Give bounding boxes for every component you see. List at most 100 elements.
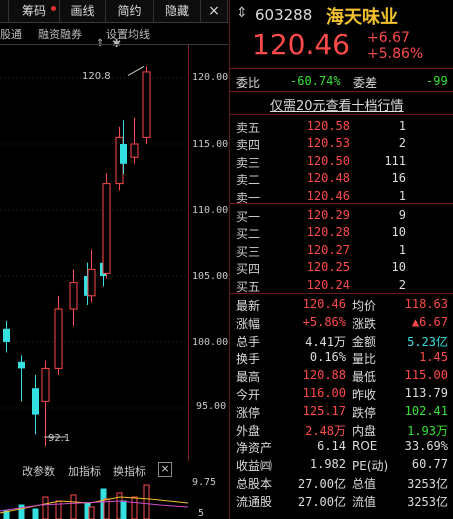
bid-level-label: 买一 xyxy=(236,210,261,224)
stock-code: 603288 xyxy=(255,6,313,24)
tab-chips[interactable]: 筹码 xyxy=(9,0,60,22)
candle[interactable] xyxy=(102,173,111,279)
ask-price: 120.53 xyxy=(306,136,350,151)
candle-body xyxy=(3,328,10,342)
candle-body xyxy=(69,282,78,310)
ask-level-label: 卖五 xyxy=(236,121,261,135)
ask-volume: 1 xyxy=(398,188,406,203)
stat-value: 1.93万 xyxy=(407,423,448,438)
stat-label: 昨收 xyxy=(352,388,377,402)
ask-row[interactable]: 卖五 120.58 1 xyxy=(230,118,453,135)
edit-params-button[interactable]: 改参数 xyxy=(22,463,55,479)
stat-value: 4.41万 xyxy=(305,334,346,349)
volume-chart xyxy=(0,484,189,519)
bid-row[interactable]: 买一 120.29 9 xyxy=(230,207,453,224)
stat-label: 总股本 xyxy=(236,477,273,491)
divider xyxy=(230,68,453,69)
ask-price: 120.48 xyxy=(306,171,350,186)
volume-bar xyxy=(70,494,77,519)
y-tick-label: 95.00 xyxy=(196,401,227,412)
close-indicator-icon[interactable]: × xyxy=(158,462,172,477)
stat-label: 最高 xyxy=(236,370,261,385)
ask-level-label: 卖二 xyxy=(236,173,261,188)
candle-body xyxy=(54,308,63,369)
ask-volume: 2 xyxy=(398,136,406,151)
bid-level-label: 买三 xyxy=(236,244,261,259)
stat-value: ▲6.67 xyxy=(411,314,448,329)
stat-value: 60.77 xyxy=(411,457,448,472)
bid-row[interactable]: 买三 120.27 1 xyxy=(230,242,453,259)
stat-value: 120.88 xyxy=(302,368,346,383)
weibi-value: -60.74% xyxy=(290,74,341,88)
y-tick-label: 105.00 xyxy=(192,271,229,282)
add-indicator-button[interactable]: 加指标 xyxy=(68,463,101,479)
ten-level-promo-link[interactable]: 仅需20元查看十档行情 xyxy=(270,95,404,114)
toolbar-edge xyxy=(0,0,9,22)
stat-label: PE(动) xyxy=(352,459,389,474)
ask-row[interactable]: 卖四 120.53 2 xyxy=(230,135,453,152)
stat-value: 120.46 xyxy=(302,297,346,311)
stat-label: 涨停 xyxy=(236,405,261,420)
kline-panel: 筹码 画线 简约 隐藏 × 股通 融资融券 设置均线 ⇕ ✱ 120.00 11… xyxy=(0,0,228,519)
candle[interactable] xyxy=(87,249,96,303)
stat-label: 收益㈣ xyxy=(236,459,273,474)
volume-bar xyxy=(88,506,95,519)
stat-value: 33.69% xyxy=(404,439,448,454)
bid-volume: 1 xyxy=(398,242,406,257)
bid-row[interactable]: 买五 120.24 2 xyxy=(230,277,453,294)
tab-simple[interactable]: 简约 xyxy=(106,0,154,22)
candle-body xyxy=(130,143,139,158)
bid-volume: 10 xyxy=(391,225,406,240)
stat-label: 涨幅 xyxy=(236,316,261,331)
stat-label: 换手 xyxy=(236,352,261,367)
ask-row[interactable]: 卖一 120.46 1 xyxy=(230,188,453,205)
candle[interactable] xyxy=(54,295,63,375)
candle-body xyxy=(87,268,96,297)
candle[interactable] xyxy=(130,117,139,164)
candle[interactable] xyxy=(32,375,39,435)
last-price: 120.46 xyxy=(252,28,350,61)
tab-hide[interactable]: 隐藏 xyxy=(154,0,201,22)
stat-value: 102.41 xyxy=(404,403,448,418)
stat-label: 流通股 xyxy=(236,494,273,509)
bid-volume: 9 xyxy=(398,208,406,222)
candle[interactable] xyxy=(69,269,78,327)
ask-row[interactable]: 卖二 120.48 16 xyxy=(230,170,453,188)
close-icon[interactable]: × xyxy=(201,0,228,22)
stat-value: 27.00亿 xyxy=(297,494,346,509)
candle[interactable] xyxy=(142,66,151,144)
stat-value: 5.23亿 xyxy=(407,334,448,349)
stat-value: 27.00亿 xyxy=(297,477,346,491)
bid-row[interactable]: 买四 120.25 10 xyxy=(230,259,453,276)
chart-subbar: 股通 融资融券 设置均线 ⇕ ✱ xyxy=(0,24,228,50)
bid-price: 120.27 xyxy=(306,242,350,257)
bid-level-label: 买二 xyxy=(236,227,261,242)
switch-indicator-button[interactable]: 换指标 xyxy=(113,463,146,479)
sub-stock-connect[interactable]: 股通 xyxy=(0,26,22,42)
sub-margin-trading[interactable]: 融资融券 xyxy=(38,26,82,42)
tab-draw-line[interactable]: 画线 xyxy=(60,0,106,22)
candle[interactable] xyxy=(18,355,25,402)
volume-axis-label: 9.75 xyxy=(192,477,217,488)
stat-label: 净资产 xyxy=(236,441,273,456)
ask-row[interactable]: 卖三 120.50 111 xyxy=(230,153,453,170)
bid-row[interactable]: 买二 120.28 10 xyxy=(230,224,453,242)
stat-label: 最低 xyxy=(352,370,377,385)
stat-value: 118.63 xyxy=(404,297,448,311)
stat-label: 总值 xyxy=(352,477,377,491)
bid-price: 120.29 xyxy=(306,208,350,222)
kline-chart[interactable] xyxy=(0,44,228,461)
volume-bar xyxy=(143,484,150,519)
bid-price: 120.24 xyxy=(306,277,350,292)
ask-volume: 16 xyxy=(391,171,406,186)
scroll-arrow-icon[interactable]: ⇕ xyxy=(236,5,248,21)
stat-value: 125.17 xyxy=(302,403,346,418)
ask-price: 120.46 xyxy=(306,188,350,203)
candle[interactable] xyxy=(3,320,10,353)
stat-label: 最新 xyxy=(236,299,261,313)
stat-label: 内盘 xyxy=(352,423,377,438)
bid-price: 120.28 xyxy=(306,225,350,240)
candle-body xyxy=(120,144,127,164)
stat-label: 总手 xyxy=(236,334,261,349)
weicha-value: -99 xyxy=(426,74,448,88)
